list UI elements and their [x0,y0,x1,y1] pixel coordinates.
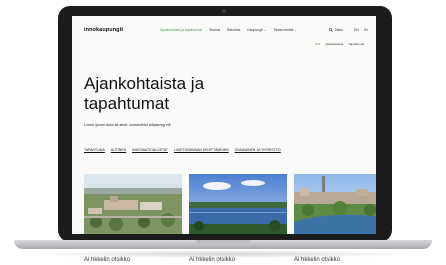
city-aerial-image [84,174,182,234]
chevron-down-icon: ⌄ [294,28,297,32]
nav-item-themes[interactable]: Teemat [209,28,220,32]
site-logo[interactable]: innokaupungit [84,27,123,33]
breadcrumb: Koti Ajankohtaista Tapahtumat [315,42,364,46]
lake-view-image [189,174,287,234]
chevron-down-icon: ⌄ [263,28,267,32]
laptop-mockup: innokaupungit Ajankohtaista ja tapahtuma… [0,0,446,265]
lang-sv[interactable]: SV [364,28,369,32]
card-title[interactable]: Ai hkkelin otsikko [84,257,130,263]
tag-event[interactable]: TAPAHTUMA [84,148,105,152]
lang-en[interactable]: EN [354,28,359,32]
laptop-screen: innokaupungit Ajankohtaista ja tapahtuma… [72,16,376,234]
tag-news[interactable]: UUTINEN [111,148,126,152]
city-riverside-image [294,174,376,234]
camera-icon [222,9,226,13]
card-title[interactable]: Ai hkkelin otsikko [294,257,340,263]
nav-item-funding[interactable]: Rahoitus [227,28,240,32]
nav-item-news-events[interactable]: Ajankohtaista ja tapahtumat [160,28,202,32]
tag-business-development[interactable]: LIIKETOIMINNAN KEHITTÄMINEN [174,148,229,152]
page-lead: Lorem ipsum dolor sit amet, consectetur … [84,123,172,127]
page-title-line2: tapahtumat [84,94,170,113]
search-icon [329,27,333,32]
nav-item-cities[interactable]: Kaupungit ⌄ [247,28,266,32]
page-title: Ajankohtaista ja tapahtumat [84,74,284,114]
main-nav: Ajankohtaista ja tapahtumat Teemat Rahoi… [160,28,297,32]
article-card-image[interactable] [189,174,287,234]
category-filter: TAPAHTUMA UUTINEN INNOVAATIOALUSTAT LIIK… [84,148,281,152]
nav-item-about-label: Tietoa meistä [273,28,294,32]
tag-innovation-platforms[interactable]: INNOVAATIOALUSTAT [132,148,168,152]
breadcrumb-home[interactable]: Koti [315,42,320,46]
search-label: Haku [335,27,343,32]
article-card-image[interactable] [294,174,376,234]
page-title-line1: Ajankohtaista ja [84,74,205,93]
breadcrumb-news[interactable]: Ajankohtaista [325,42,343,46]
article-card-image[interactable] [84,174,182,234]
search-button[interactable]: Haku [329,28,343,32]
language-switcher: EN SV [354,28,368,32]
nav-item-about[interactable]: Tietoa meistä ⌄ [273,28,297,32]
card-title[interactable]: Ai hkkelin otsikko [189,257,235,263]
breadcrumb-events[interactable]: Tapahtumat [348,42,364,46]
laptop-notch [196,240,250,244]
nav-item-cities-label: Kaupungit [247,28,263,32]
tag-skills-cooperation[interactable]: OSAAMINEN JA YHTEISTYÖ [235,148,281,152]
